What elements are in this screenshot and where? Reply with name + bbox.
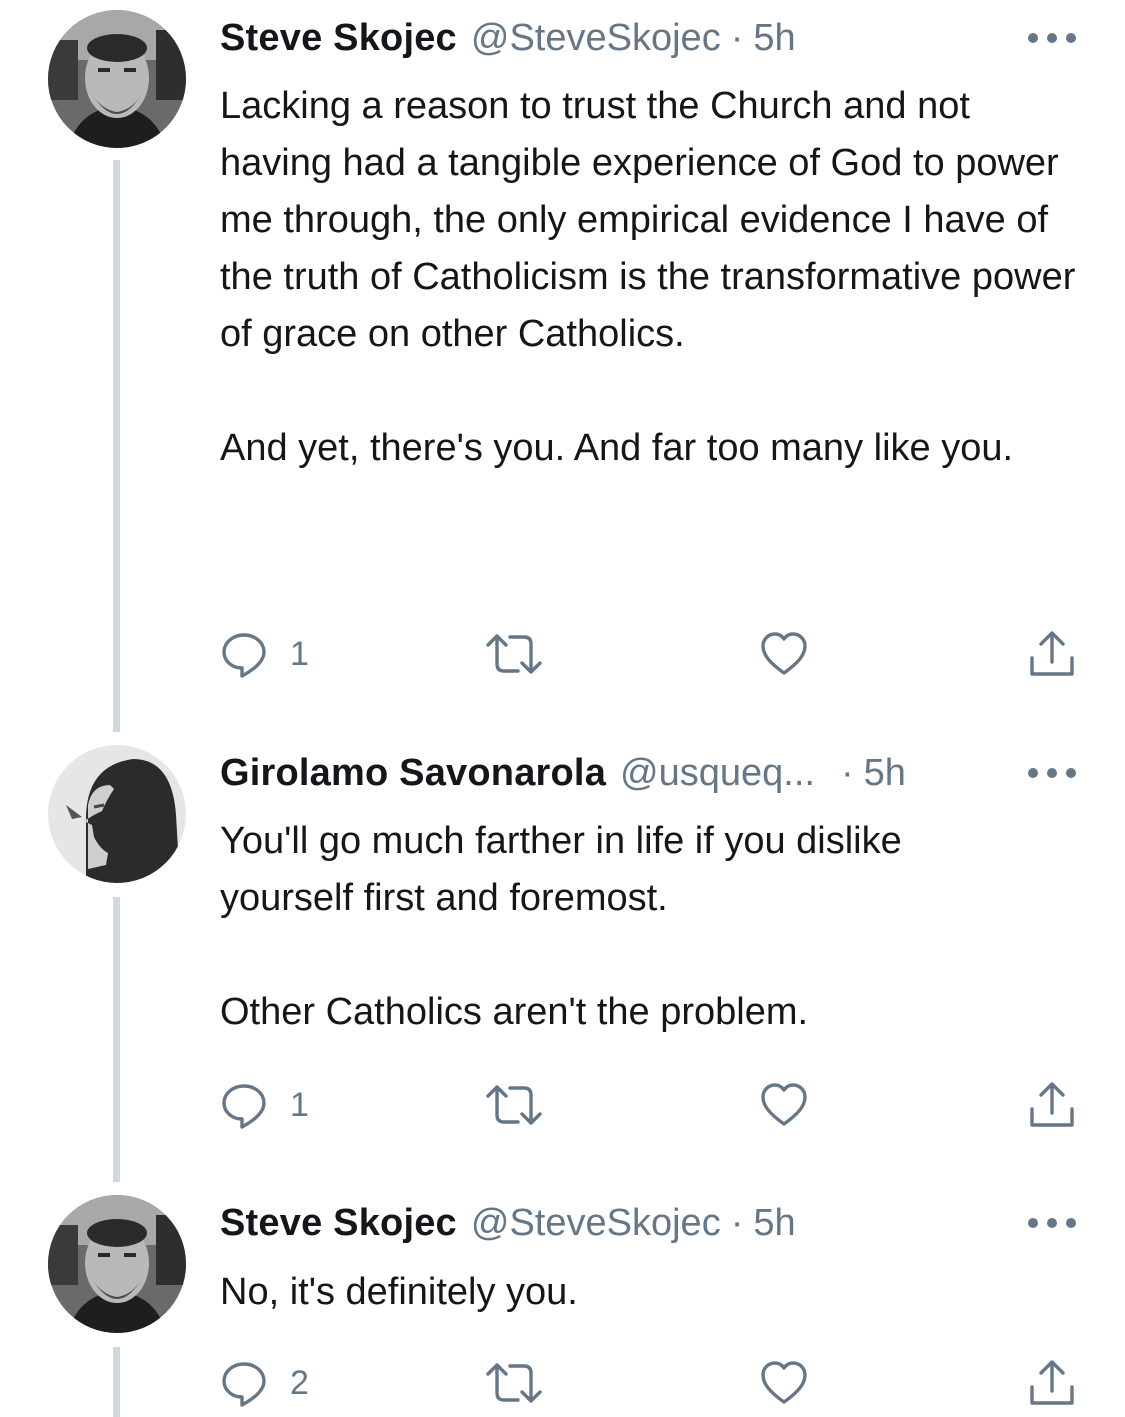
tweet-paragraph: You'll go much farther in life if you di… [220,820,902,919]
avatar[interactable] [48,1195,186,1333]
tweet[interactable]: Steve Skojec @SteveSkojec · 5h No, it's … [0,1185,1125,1417]
timestamp[interactable]: 5h [864,752,906,795]
tweet-header: Steve Skojec @SteveSkojec · 5h [220,1195,796,1251]
retweet-icon [486,1085,542,1125]
more-icon[interactable] [1028,28,1076,48]
timestamp[interactable]: 5h [753,17,795,60]
share-button[interactable] [1028,1355,1076,1411]
tweet-paragraph: Lacking a reason to trust the Church and… [220,85,1076,355]
tweet-header: Girolamo Savonarola @usqueq... · 5h [220,745,906,801]
share-icon [1030,1360,1074,1405]
tweet[interactable]: Steve Skojec @SteveSkojec · 5h Lacking a… [0,0,1125,730]
retweet-button[interactable] [486,1077,542,1133]
separator-dot: · [730,1201,744,1244]
reply-button[interactable]: 1 [220,626,309,682]
separator-dot: · [840,751,854,794]
timestamp[interactable]: 5h [753,1202,795,1245]
retweet-button[interactable] [486,626,542,682]
tweet-actions: 1 [0,1077,1125,1133]
user-handle[interactable]: @SteveSkojec [471,17,721,60]
reply-icon [222,1362,266,1407]
like-icon [761,1083,807,1126]
share-icon [1030,631,1074,676]
like-button[interactable] [760,626,808,682]
user-handle[interactable]: @usqueq... [620,752,815,795]
share-button[interactable] [1028,1077,1076,1133]
like-icon [761,632,807,675]
like-button[interactable] [760,1355,808,1411]
share-icon [1030,1082,1074,1127]
display-name[interactable]: Steve Skojec [220,1202,457,1245]
display-name[interactable]: Steve Skojec [220,17,457,60]
tweet-paragraph: Other Catholics aren't the problem. [220,991,809,1033]
separator-dot: · [730,16,744,59]
avatar-image [48,1195,186,1333]
reply-icon [222,1084,266,1129]
more-icon[interactable] [1028,763,1076,783]
retweet-button[interactable] [486,1355,542,1411]
avatar-image [48,745,186,883]
retweet-icon [486,634,542,674]
display-name[interactable]: Girolamo Savonarola [220,752,606,795]
reply-count: 1 [290,634,309,673]
reply-button[interactable]: 2 [220,1355,309,1411]
like-button[interactable] [760,1077,808,1133]
avatar[interactable] [48,10,186,148]
avatar[interactable] [48,745,186,883]
avatar-image [48,10,186,148]
reply-button[interactable]: 1 [220,1077,309,1133]
share-button[interactable] [1028,626,1076,682]
more-icon[interactable] [1028,1213,1076,1233]
tweet-paragraph: And yet, there's you. And far too many l… [220,427,1014,469]
reply-count: 1 [290,1085,309,1124]
tweet-text: No, it's definitely you. [220,1264,1100,1321]
retweet-icon [486,1363,542,1403]
tweet-header: Steve Skojec @SteveSkojec · 5h [220,10,796,66]
tweet[interactable]: Girolamo Savonarola @usqueq... · 5h You'… [0,730,1125,1185]
tweet-text: You'll go much farther in life if you di… [220,813,1040,1041]
tweet-actions: 2 [0,1355,1125,1411]
tweet-actions: 1 [0,626,1125,682]
tweet-paragraph: No, it's definitely you. [220,1271,578,1313]
reply-count: 2 [290,1363,309,1402]
reply-icon [222,633,266,678]
tweet-text: Lacking a reason to trust the Church and… [220,78,1090,477]
user-handle[interactable]: @SteveSkojec [471,1202,721,1245]
like-icon [761,1361,807,1404]
